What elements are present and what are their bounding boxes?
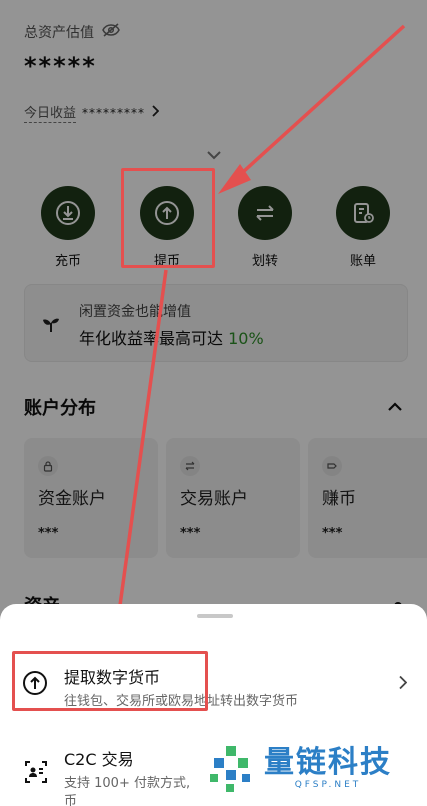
watermark-domain: QFSP.NET	[294, 780, 362, 790]
highlight-box-withdraw-crypto	[12, 651, 208, 711]
c2c-trade-subtitle-cont: 币	[64, 794, 78, 806]
chevron-right-icon	[398, 675, 408, 694]
c2c-trade-subtitle: 支持 100+ 付款方式,	[64, 776, 191, 791]
c2c-people-icon	[24, 760, 48, 788]
sheet-handle[interactable]	[197, 614, 233, 618]
watermark: 量链科技 QFSP.NET	[208, 744, 392, 794]
watermark-logo-icon	[210, 746, 250, 792]
watermark-brand: 量链科技	[264, 745, 392, 780]
c2c-trade-title: C2C 交易	[64, 750, 134, 769]
